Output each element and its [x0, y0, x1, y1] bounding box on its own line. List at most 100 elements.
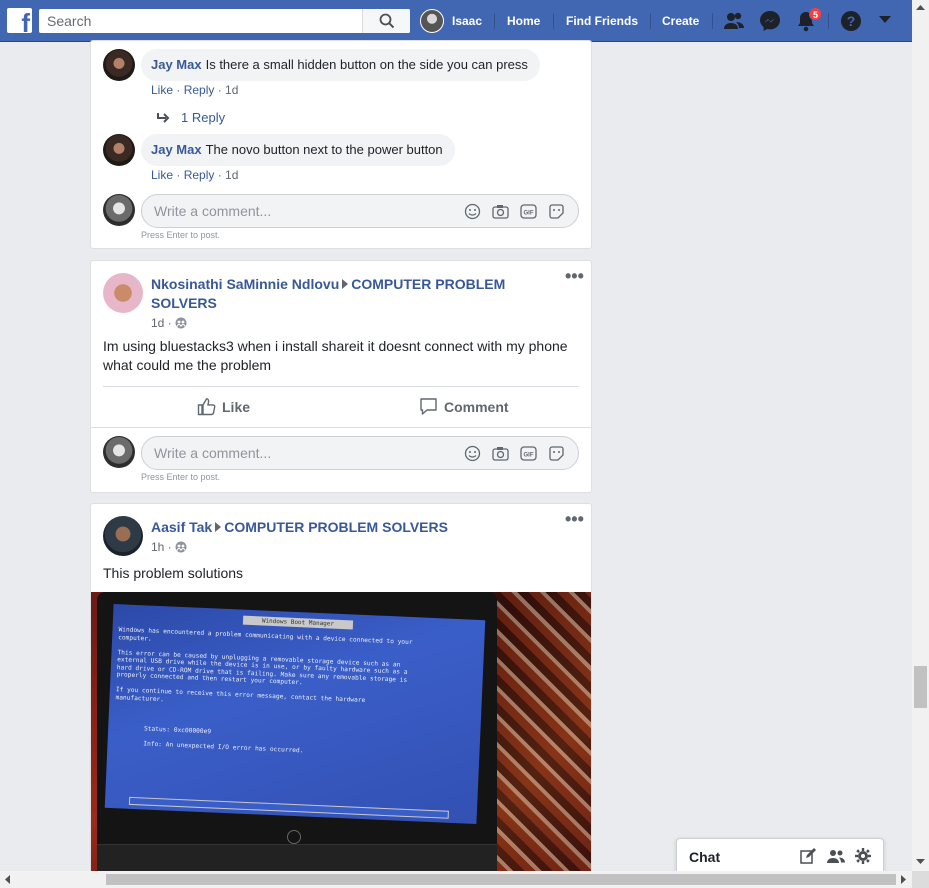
avatar[interactable]: [103, 134, 135, 166]
post-options-icon[interactable]: •••: [565, 510, 584, 528]
camera-icon[interactable]: [492, 203, 509, 220]
comment-like-link[interactable]: Like: [151, 168, 173, 182]
help-icon[interactable]: ?: [840, 10, 862, 32]
comment-reply-link[interactable]: Reply: [184, 83, 215, 97]
horizontal-scrollbar[interactable]: [0, 871, 912, 888]
horizontal-scrollbar-thumb[interactable]: [106, 874, 896, 885]
avatar[interactable]: [103, 273, 143, 313]
post-group-link-continued[interactable]: SOLVERS: [151, 295, 217, 311]
group-chat-icon[interactable]: [827, 848, 845, 864]
post-meta: 1h ·: [151, 540, 187, 554]
comment-reply-link[interactable]: Reply: [184, 168, 215, 182]
nav-user-name: Isaac: [452, 14, 483, 28]
view-replies-link[interactable]: 1 Reply: [181, 110, 225, 125]
comment-bubble: Jay Max Is there a small hidden button on…: [141, 49, 540, 81]
avatar: [103, 194, 135, 226]
comment-author-link[interactable]: Jay Max: [151, 142, 202, 157]
emoji-icon[interactable]: [464, 445, 481, 462]
camera-icon[interactable]: [492, 445, 509, 462]
messenger-icon[interactable]: [759, 10, 781, 32]
boot-error-text: Windows has encountered a problem commun…: [113, 626, 413, 754]
shared-to-arrow-icon: [215, 522, 222, 532]
gif-icon[interactable]: GIF: [520, 203, 537, 220]
nav-separator: [828, 13, 829, 29]
avatar[interactable]: [103, 516, 143, 556]
like-button[interactable]: Like: [197, 397, 250, 416]
settings-icon[interactable]: [855, 848, 871, 864]
post-author-link[interactable]: Aasif Tak: [151, 519, 212, 535]
thumbs-up-icon: [197, 398, 216, 416]
post-author-link[interactable]: Nkosinathi SaMinnie Ndlovu: [151, 276, 339, 292]
nav-separator: [712, 13, 713, 29]
facebook-logo[interactable]: f: [7, 8, 32, 33]
vertical-scrollbar[interactable]: [912, 0, 929, 871]
notification-count-badge: 5: [809, 7, 823, 21]
chat-label: Chat: [689, 849, 721, 865]
comment-actions: Like · Reply · 1d: [151, 83, 239, 97]
chat-bar[interactable]: Chat: [676, 838, 884, 871]
post-text: This problem solutions: [103, 565, 244, 581]
avatar: [420, 9, 444, 33]
gif-icon[interactable]: GIF: [520, 445, 537, 462]
nav-find-friends-link[interactable]: Find Friends: [566, 14, 638, 28]
search-button[interactable]: [362, 9, 410, 33]
sticker-icon[interactable]: [548, 203, 565, 220]
comment-composer: GIF: [141, 194, 579, 228]
comment-author-link[interactable]: Jay Max: [151, 57, 202, 72]
comment-actions: Like · Reply · 1d: [151, 168, 239, 182]
sticker-icon[interactable]: [548, 445, 565, 462]
comment-timestamp[interactable]: 1d: [225, 168, 238, 182]
post-group-link[interactable]: COMPUTER PROBLEM SOLVERS: [224, 519, 448, 535]
search-icon: [379, 13, 395, 29]
nav-create-link[interactable]: Create: [662, 14, 699, 28]
boot-manager-title: Windows Boot Manager: [242, 615, 354, 630]
post-timestamp[interactable]: 1h: [151, 540, 164, 554]
post-action-bar: Like Comment: [103, 386, 579, 427]
post-text: Im using bluestacks3 when i install shar…: [103, 338, 568, 373]
nav-home-link[interactable]: Home: [507, 14, 540, 28]
emoji-icon[interactable]: [464, 203, 481, 220]
nav-separator: [650, 13, 651, 29]
compose-icon[interactable]: [800, 848, 816, 864]
friends-icon[interactable]: [723, 10, 745, 32]
scroll-up-arrow-icon[interactable]: [916, 4, 925, 10]
divider: [91, 427, 591, 428]
comment-like-link[interactable]: Like: [151, 83, 173, 97]
search-input[interactable]: [39, 9, 369, 33]
svg-text:GIF: GIF: [524, 211, 534, 217]
post-header: Nkosinathi SaMinnie Ndlovu COMPUTER PROBL…: [151, 275, 531, 313]
avatar[interactable]: [103, 49, 135, 81]
reply-arrow-icon: [157, 113, 170, 123]
comment-text: Is there a small hidden button on the si…: [205, 57, 528, 72]
scroll-down-arrow-icon[interactable]: [916, 859, 925, 865]
comment-button[interactable]: Comment: [419, 397, 509, 416]
nav-profile-link[interactable]: Isaac: [420, 8, 482, 34]
post-comments-card: Jay Max Is there a small hidden button on…: [90, 40, 592, 249]
scroll-right-arrow-icon[interactable]: [901, 875, 907, 884]
group-audience-icon: [175, 317, 187, 329]
post-options-icon[interactable]: •••: [565, 267, 584, 285]
scroll-left-arrow-icon[interactable]: [4, 875, 10, 884]
comment-bubble-icon: [420, 398, 437, 415]
vertical-scrollbar-thumb[interactable]: [914, 666, 927, 708]
comment-bubble: Jay Max The novo button next to the power…: [141, 134, 455, 166]
post-timestamp[interactable]: 1d: [151, 316, 164, 330]
comment-text: The novo button next to the power button: [205, 142, 443, 157]
account-menu-icon[interactable]: [878, 15, 892, 25]
avatar: [103, 436, 135, 468]
comment-input[interactable]: [154, 195, 454, 227]
photo-laptop-screen: Windows Boot Manager Windows has encount…: [104, 603, 486, 825]
top-navigation-bar: f Isaac Home Find Friends Create 5 ?: [0, 0, 912, 42]
post-group-link[interactable]: COMPUTER PROBLEM: [351, 276, 505, 292]
photo-laptop: Windows Boot Manager Windows has encount…: [97, 592, 497, 874]
press-enter-hint: Press Enter to post.: [141, 230, 221, 240]
nav-separator: [553, 13, 554, 29]
svg-text:?: ?: [847, 13, 856, 29]
svg-text:GIF: GIF: [524, 453, 534, 459]
nav-separator: [494, 13, 495, 29]
comment-composer: GIF: [141, 436, 579, 470]
comment-input[interactable]: [154, 437, 454, 469]
feed-post-card: Aasif Tak COMPUTER PROBLEM SOLVERS 1h · •…: [90, 503, 592, 875]
comment-timestamp[interactable]: 1d: [225, 83, 238, 97]
post-photo[interactable]: Windows Boot Manager Windows has encount…: [91, 592, 591, 874]
